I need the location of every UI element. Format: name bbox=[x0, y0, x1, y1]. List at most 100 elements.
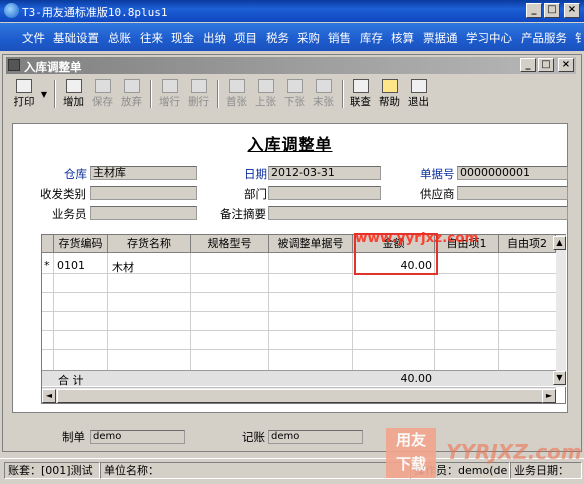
exit-label: 退出 bbox=[408, 96, 429, 108]
doc-window-icon bbox=[8, 59, 20, 71]
doc-close-button[interactable]: × bbox=[558, 58, 574, 72]
exit-button[interactable]: 退出 bbox=[405, 78, 432, 110]
maker-field: demo bbox=[90, 430, 185, 444]
menu-cash[interactable]: 现金 bbox=[171, 30, 194, 46]
close-button[interactable]: × bbox=[564, 3, 580, 18]
printer-icon bbox=[16, 79, 32, 93]
menu-learning-center[interactable]: 学习中心 bbox=[466, 30, 512, 46]
dept-field[interactable] bbox=[268, 186, 381, 200]
menu-receivables[interactable]: 往来 bbox=[140, 30, 163, 46]
app-title: T3-用友通标准版10.8plus1 bbox=[22, 6, 168, 19]
menu-file[interactable]: 文件 bbox=[22, 30, 45, 46]
col-header-item-name[interactable]: 存货名称 bbox=[108, 235, 191, 253]
row-selector-header bbox=[42, 235, 54, 253]
menu-purchase[interactable]: 采购 bbox=[297, 30, 320, 46]
maximize-button[interactable]: □ bbox=[544, 3, 560, 18]
watermark-logo-top: 用友 bbox=[395, 431, 426, 449]
menu-project[interactable]: 项目 bbox=[234, 30, 257, 46]
menu-sales[interactable]: 销售 bbox=[328, 30, 351, 46]
lookup-label: 联查 bbox=[350, 96, 371, 108]
print-label: 打印 bbox=[13, 96, 35, 108]
watermark-logo: 用友 下载 bbox=[386, 428, 436, 478]
poster-field: demo bbox=[268, 430, 363, 444]
cell-item-code[interactable]: 0101 bbox=[57, 259, 85, 272]
delete-row-icon bbox=[190, 79, 207, 93]
menu-ledger[interactable]: 总账 bbox=[108, 30, 131, 46]
lookup-icon bbox=[352, 79, 369, 93]
supplier-field[interactable] bbox=[457, 186, 568, 200]
app-logo-icon bbox=[4, 3, 19, 18]
menu-costing[interactable]: 核算 bbox=[391, 30, 414, 46]
scroll-up-icon[interactable]: ▲ bbox=[553, 236, 566, 250]
last-record-button[interactable]: 末张 bbox=[310, 78, 337, 110]
watermark-site: www.yyrjxz.com bbox=[355, 230, 479, 246]
scroll-left-icon[interactable]: ◄ bbox=[42, 389, 56, 403]
toolbar-separator bbox=[150, 80, 152, 108]
help-label: 帮助 bbox=[379, 96, 400, 108]
last-record-icon bbox=[315, 79, 332, 93]
horizontal-scroll-thumb[interactable] bbox=[57, 389, 543, 403]
row-marker: * bbox=[44, 259, 50, 272]
col-header-spec[interactable]: 规格型号 bbox=[191, 235, 269, 253]
watermark-site-bottom: YYRJXZ.com bbox=[446, 440, 582, 464]
remark-field[interactable] bbox=[268, 206, 568, 220]
category-label: 收发类别 bbox=[40, 187, 86, 201]
cell-item-name[interactable]: 木材 bbox=[112, 259, 134, 275]
total-amount: 40.00 bbox=[400, 372, 433, 385]
clerk-field[interactable] bbox=[90, 206, 197, 220]
dept-label: 部门 bbox=[244, 187, 267, 201]
doc-no-field[interactable]: 0000000001 bbox=[457, 166, 568, 180]
menu-bill-pass[interactable]: 票据通 bbox=[423, 30, 458, 46]
first-record-icon bbox=[228, 79, 245, 93]
form-title: 入库调整单 bbox=[247, 135, 333, 154]
help-icon bbox=[381, 79, 398, 93]
menu-product-service[interactable]: 产品服务 bbox=[521, 30, 567, 46]
warehouse-label: 仓库 bbox=[64, 167, 87, 181]
first-record-button[interactable]: 首张 bbox=[223, 78, 250, 110]
menu-inventory[interactable]: 库存 bbox=[360, 30, 383, 46]
discard-label: 放弃 bbox=[121, 96, 142, 108]
add-row-label: 增行 bbox=[159, 96, 180, 108]
next-record-button[interactable]: 下张 bbox=[281, 78, 308, 110]
watermark-logo-bottom: 下载 bbox=[395, 455, 426, 473]
menu-cashier[interactable]: 出纳 bbox=[203, 30, 226, 46]
grid-horizontal-scrollbar[interactable]: ◄ ► bbox=[42, 387, 556, 403]
add-label: 增加 bbox=[63, 96, 84, 108]
col-header-free2[interactable]: 自由项2 bbox=[499, 235, 556, 253]
add-button[interactable]: 增加 bbox=[60, 78, 87, 110]
menu-overflow[interactable]: 钅 bbox=[575, 30, 584, 46]
grid-row-line bbox=[42, 311, 556, 312]
category-field[interactable] bbox=[90, 186, 197, 200]
discard-button[interactable]: 放弃 bbox=[118, 78, 145, 110]
minimize-button[interactable]: _ bbox=[526, 3, 542, 18]
save-icon bbox=[94, 79, 111, 93]
toolbar-separator bbox=[54, 80, 56, 108]
warehouse-field[interactable]: 主材库 bbox=[90, 166, 197, 180]
grid-vertical-scrollbar[interactable] bbox=[556, 235, 566, 387]
total-row: 合 计 40.00 bbox=[42, 370, 556, 387]
menu-basic-settings[interactable]: 基础设置 bbox=[53, 30, 99, 46]
main-menu-bar: 文件 基础设置 总账 往来 现金 出纳 项目 税务 采购 销售 库存 核算 票据… bbox=[0, 23, 584, 51]
print-button[interactable]: 打印 bbox=[10, 78, 38, 110]
col-header-adjusted-doc[interactable]: 被调整单据号 bbox=[269, 235, 353, 253]
scroll-down-icon[interactable]: ▼ bbox=[553, 371, 566, 385]
print-dropdown-icon[interactable]: ▼ bbox=[39, 90, 49, 122]
col-header-item-code[interactable]: 存货编码 bbox=[54, 235, 108, 253]
doc-minimize-button[interactable]: _ bbox=[520, 58, 536, 72]
next-record-icon bbox=[286, 79, 303, 93]
total-label: 合 计 bbox=[58, 374, 84, 387]
add-doc-icon bbox=[65, 79, 82, 93]
next-record-label: 下张 bbox=[284, 96, 305, 108]
prev-record-button[interactable]: 上张 bbox=[252, 78, 279, 110]
scroll-right-icon[interactable]: ► bbox=[542, 389, 556, 403]
doc-maximize-button[interactable]: □ bbox=[538, 58, 554, 72]
date-field[interactable]: 2012-03-31 bbox=[268, 166, 381, 180]
delete-row-button[interactable]: 删行 bbox=[185, 78, 212, 110]
lookup-button[interactable]: 联查 bbox=[347, 78, 374, 110]
save-button[interactable]: 保存 bbox=[89, 78, 116, 110]
menu-tax[interactable]: 税务 bbox=[266, 30, 289, 46]
toolbar-separator bbox=[342, 80, 344, 108]
grid-row-line bbox=[42, 330, 556, 331]
help-button[interactable]: 帮助 bbox=[376, 78, 403, 110]
add-row-button[interactable]: 增行 bbox=[156, 78, 183, 110]
